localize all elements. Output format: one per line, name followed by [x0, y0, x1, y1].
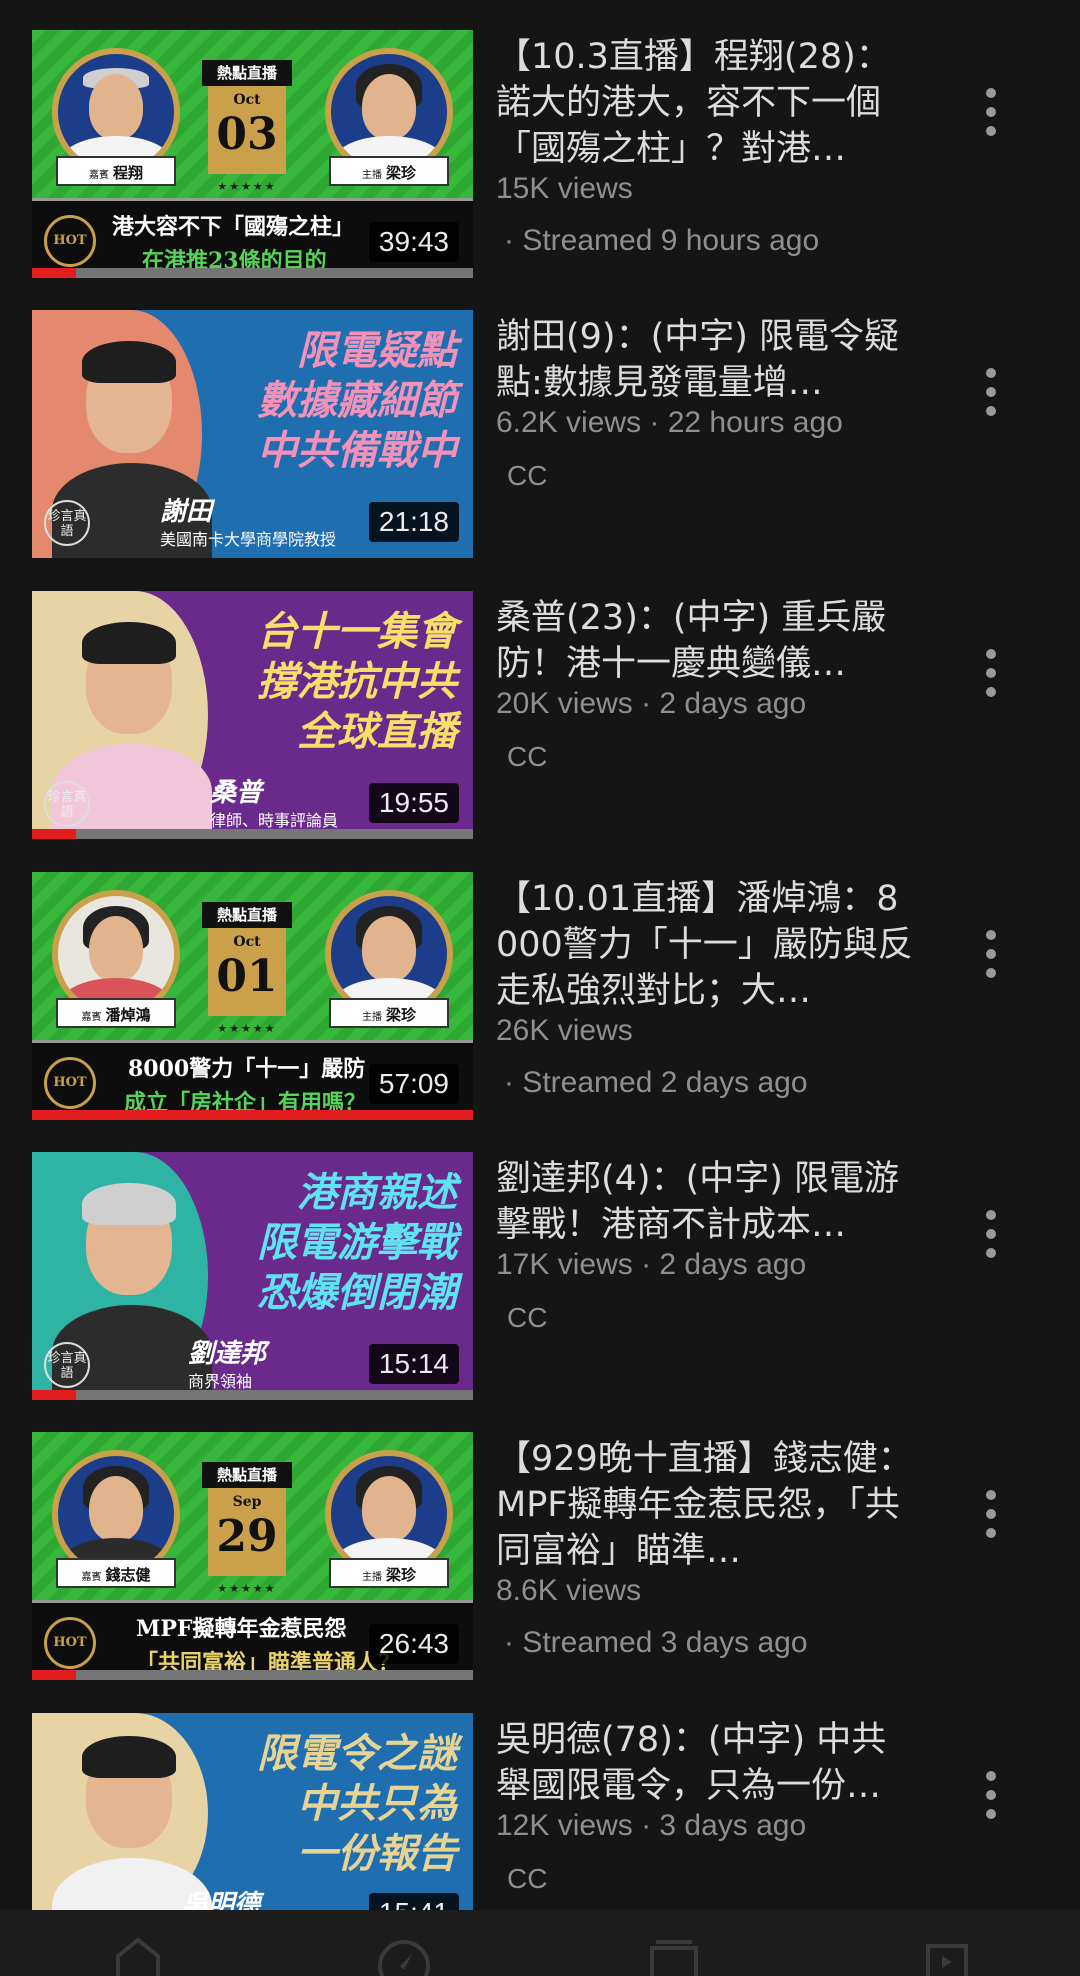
- guest-title: 律師、時事評論員: [210, 811, 339, 830]
- live-label: 熱點直播: [202, 60, 292, 86]
- video-title[interactable]: 【10.01直播】潘焯鴻：8000警力「十一」嚴防與反走私強烈對比；大…: [496, 876, 920, 1014]
- duration-badge: 15:14: [368, 1344, 459, 1384]
- upload-time: · Streamed 2 days ago: [504, 1066, 808, 1099]
- more-options-icon[interactable]: [976, 1210, 1006, 1266]
- cc-badge: CC: [507, 460, 548, 491]
- thumbnail-title: 限電令之謎 中共只為 一份報告: [257, 1731, 457, 1877]
- more-options-icon[interactable]: [976, 88, 1006, 144]
- live-label: 熱點直播: [202, 1462, 292, 1488]
- cc-badge: CC: [507, 741, 548, 772]
- video-title[interactable]: 桑普(23)：(中字) 重兵嚴防！港十一慶典變儀…: [496, 595, 920, 687]
- watch-progress: [32, 829, 473, 839]
- guest-name: 謝田: [160, 497, 213, 527]
- date-card: Oct 01: [208, 928, 286, 1016]
- view-count: 20K views · 2 days ago: [496, 687, 807, 720]
- guest-photo: [52, 1728, 212, 1913]
- watch-progress-fill: [32, 829, 77, 839]
- upload-time: · Streamed 9 hours ago: [504, 224, 820, 257]
- more-options-icon[interactable]: [976, 368, 1006, 424]
- duration-badge: 39:43: [368, 222, 459, 262]
- video-thumbnail[interactable]: 限電疑點 數據藏細節 中共備戰中 謝田 美國南卡大學商學院教授 珍言真語 21:…: [32, 310, 473, 558]
- watch-progress: [32, 1670, 473, 1680]
- guest-name: 吳明德: [182, 1890, 261, 1913]
- view-count: 26K views: [496, 1014, 633, 1047]
- guest-name-ribbon: 嘉賓 程翔: [56, 156, 176, 186]
- video-thumbnail[interactable]: 嘉賓 潘焯鴻 主播 梁珍 熱點直播 Oct 01 ★★★★★ HOT 8000警力「十…: [32, 872, 473, 1120]
- video-thumbnail[interactable]: 嘉賓 程翔 主播 梁珍 熱點直播 Oct 03 ★★★★★ HOT 港大容不下「國殤之…: [32, 30, 473, 278]
- channel-logo: 珍言真語: [44, 500, 90, 546]
- thumbnail-headline: 港大容不下「國殤之柱」: [112, 214, 355, 240]
- stars-decoration: ★★★★★: [217, 180, 277, 193]
- host-name-ribbon: 主播 梁珍: [329, 998, 449, 1028]
- more-options-icon[interactable]: [976, 649, 1006, 705]
- duration-badge: 21:18: [368, 502, 459, 542]
- video-thumbnail[interactable]: 台十一集會 撐港抗中共 全球直播 桑普 律師、時事評論員 珍言真語 19:55: [32, 591, 473, 839]
- video-title[interactable]: 吳明德(78)：(中字) 中共舉國限電令，只為一份…: [496, 1717, 920, 1809]
- channel-logo: 珍言真語: [44, 781, 90, 827]
- video-title[interactable]: 【929晚十直播】錢志健：MPF擬轉年金惹民怨，「共同富裕」瞄準…: [496, 1436, 920, 1574]
- library-icon[interactable]: [916, 1936, 976, 1976]
- upload-time: · Streamed 3 days ago: [504, 1626, 808, 1659]
- video-thumbnail[interactable]: 嘉賓 錢志健 主播 梁珍 熱點直播 Sep 29 ★★★★★ HOT MPF擬轉年金惹…: [32, 1432, 473, 1680]
- thumbnail-title: 限電疑點 數據藏細節 中共備戰中: [257, 328, 457, 474]
- watch-progress-fill: [32, 1110, 473, 1120]
- video-item[interactable]: 嘉賓 錢志健 主播 梁珍 熱點直播 Sep 29 ★★★★★ HOT MPF擬轉年金惹…: [0, 1432, 1080, 1692]
- watch-progress: [32, 1390, 473, 1400]
- explore-icon[interactable]: [374, 1936, 434, 1976]
- guest-name-ribbon: 嘉賓 錢志健: [56, 1558, 176, 1588]
- guest-name: 劉達邦: [188, 1339, 267, 1369]
- stars-decoration: ★★★★★: [217, 1582, 277, 1595]
- video-item[interactable]: 嘉賓 程翔 主播 梁珍 熱點直播 Oct 03 ★★★★★ HOT 港大容不下「國殤之…: [0, 30, 1080, 290]
- date-card: Sep 29: [208, 1488, 286, 1576]
- cc-badge: CC: [507, 1302, 548, 1333]
- video-item[interactable]: 限電疑點 數據藏細節 中共備戰中 謝田 美國南卡大學商學院教授 珍言真語 21:…: [0, 310, 1080, 570]
- duration-badge: 57:09: [368, 1064, 459, 1104]
- date-card: Oct 03: [208, 86, 286, 174]
- video-title[interactable]: 【10.3直播】程翔(28)：諾大的港大，容不下一個「國殤之柱」？對港…: [496, 34, 920, 172]
- more-options-icon[interactable]: [976, 930, 1006, 986]
- bottom-navigation: [0, 1910, 1080, 1976]
- watch-progress-fill: [32, 268, 77, 278]
- watch-progress-fill: [32, 1390, 77, 1400]
- watch-progress: [32, 1110, 473, 1120]
- watch-progress: [32, 268, 473, 278]
- guest-name: 桑普: [210, 778, 263, 808]
- guest-name-ribbon: 嘉賓 潘焯鴻: [56, 998, 176, 1028]
- guest-title: 商界領袖: [188, 1372, 253, 1391]
- hot-badge: HOT: [44, 1057, 96, 1109]
- thumbnail-headline: MPF擬轉年金惹民怨: [136, 1616, 347, 1642]
- home-icon[interactable]: [108, 1936, 168, 1976]
- cc-badge: CC: [507, 1863, 548, 1894]
- view-count: 8.6K views: [496, 1574, 642, 1607]
- video-item[interactable]: 嘉賓 潘焯鴻 主播 梁珍 熱點直播 Oct 01 ★★★★★ HOT 8000警力「十…: [0, 872, 1080, 1132]
- video-thumbnail[interactable]: 港商親述 限電游擊戰 恐爆倒閉潮 劉達邦 商界領袖 珍言真語 15:14: [32, 1152, 473, 1400]
- video-title[interactable]: 謝田(9)：(中字) 限電令疑點:數據見發電量增…: [496, 314, 920, 406]
- video-item[interactable]: 台十一集會 撐港抗中共 全球直播 桑普 律師、時事評論員 珍言真語 19:55 …: [0, 591, 1080, 851]
- more-options-icon[interactable]: [976, 1771, 1006, 1827]
- thumbnail-headline: 8000警力「十一」嚴防: [128, 1056, 366, 1082]
- host-name-ribbon: 主播 梁珍: [329, 156, 449, 186]
- watch-progress-fill: [32, 1670, 77, 1680]
- thumbnail-title: 台十一集會 撐港抗中共 全球直播: [257, 609, 457, 755]
- view-count: 12K views · 3 days ago: [496, 1809, 807, 1842]
- subscriptions-icon[interactable]: [644, 1936, 704, 1976]
- view-count: 15K views: [496, 172, 633, 205]
- guest-title: 美國南卡大學商學院教授: [160, 530, 337, 549]
- view-count: 17K views · 2 days ago: [496, 1248, 807, 1281]
- channel-logo: 珍言真語: [44, 1342, 90, 1388]
- duration-badge: 26:43: [368, 1624, 459, 1664]
- more-options-icon[interactable]: [976, 1490, 1006, 1546]
- live-label: 熱點直播: [202, 902, 292, 928]
- thumbnail-title: 港商親述 限電游擊戰 恐爆倒閉潮: [257, 1170, 457, 1316]
- view-count: 6.2K views · 22 hours ago: [496, 406, 843, 439]
- hot-badge: HOT: [44, 215, 96, 267]
- video-thumbnail[interactable]: 限電令之謎 中共只為 一份報告 吳明德 15:41: [32, 1713, 473, 1913]
- stars-decoration: ★★★★★: [217, 1022, 277, 1035]
- duration-badge: 19:55: [368, 783, 459, 823]
- video-title[interactable]: 劉達邦(4)：(中字) 限電游擊戰！港商不計成本…: [496, 1156, 920, 1248]
- host-name-ribbon: 主播 梁珍: [329, 1558, 449, 1588]
- hot-badge: HOT: [44, 1617, 96, 1669]
- video-item[interactable]: 港商親述 限電游擊戰 恐爆倒閉潮 劉達邦 商界領袖 珍言真語 15:14 劉達邦…: [0, 1152, 1080, 1412]
